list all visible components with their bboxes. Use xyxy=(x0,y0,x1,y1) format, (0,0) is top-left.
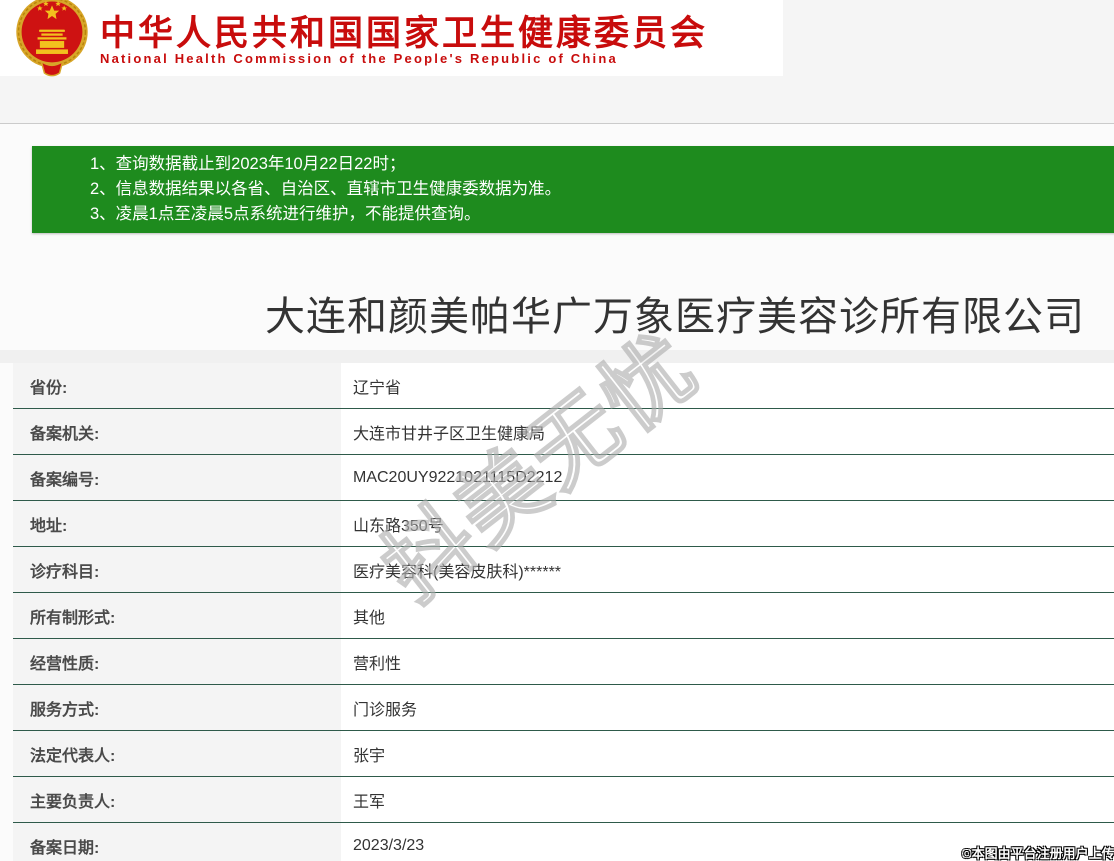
record-table: 省份: 辽宁省 备案机关: 大连市甘井子区卫生健康局 备案编号: MAC20UY… xyxy=(13,363,1114,861)
notice-line-1: 1、查询数据截止到2023年10月22日22时； xyxy=(90,155,406,173)
field-label: 备案机关: xyxy=(13,409,341,454)
table-row: 备案日期: 2023/3/23 xyxy=(13,823,1114,861)
field-label: 所有制形式: xyxy=(13,593,341,638)
header-title-cn: 中华人民共和国国家卫生健康委员会 xyxy=(100,14,709,53)
china-national-emblem-icon xyxy=(16,0,88,77)
page: 中华人民共和国国家卫生健康委员会 National Health Commiss… xyxy=(0,0,1114,861)
field-value: 其他 xyxy=(341,593,1114,638)
table-row: 备案机关: 大连市甘井子区卫生健康局 xyxy=(13,409,1114,455)
table-row: 法定代表人: 张宇 xyxy=(13,731,1114,777)
field-value: 王军 xyxy=(341,777,1114,822)
notice-banner: 1、查询数据截止到2023年10月22日22时； 2、信息数据结果以各省、自治区… xyxy=(32,146,1114,233)
header-divider xyxy=(0,123,1114,124)
table-row: 服务方式: 门诊服务 xyxy=(13,685,1114,731)
field-label: 省份: xyxy=(13,363,341,408)
notice-line-2: 2、信息数据结果以各省、自治区、直辖市卫生健康委数据为准。 xyxy=(90,180,562,198)
table-row: 所有制形式: 其他 xyxy=(13,593,1114,639)
institution-title: 大连和颜美帕华广万象医疗美容诊所有限公司 xyxy=(265,295,1085,339)
field-label: 法定代表人: xyxy=(13,731,341,776)
field-label: 地址: xyxy=(13,501,341,546)
field-label: 备案日期: xyxy=(13,823,341,861)
header-title-en: National Health Commission of the People… xyxy=(100,51,618,66)
field-value: 医疗美容科(美容皮肤科)****** xyxy=(341,547,1114,592)
field-value: 辽宁省 xyxy=(341,363,1114,408)
field-value: MAC20UY9221021115D2212 xyxy=(341,455,1114,500)
table-row: 经营性质: 营利性 xyxy=(13,639,1114,685)
field-value: 大连市甘井子区卫生健康局 xyxy=(341,409,1114,454)
upload-credit-text: ©本图由平台注册用户上传 xyxy=(962,846,1114,861)
table-row: 主要负责人: 王军 xyxy=(13,777,1114,823)
field-value: 山东路350号 xyxy=(341,501,1114,546)
field-value: 营利性 xyxy=(341,639,1114,684)
table-row: 地址: 山东路350号 xyxy=(13,501,1114,547)
notice-line-3: 3、凌晨1点至凌晨5点系统进行维护，不能提供查询。 xyxy=(90,205,481,223)
field-label: 备案编号: xyxy=(13,455,341,500)
table-top-strip xyxy=(0,350,1114,363)
field-label: 经营性质: xyxy=(13,639,341,684)
field-label: 主要负责人: xyxy=(13,777,341,822)
site-header: 中华人民共和国国家卫生健康委员会 National Health Commiss… xyxy=(0,0,783,77)
field-value: 张宇 xyxy=(341,731,1114,776)
table-row: 省份: 辽宁省 xyxy=(13,363,1114,409)
field-label: 诊疗科目: xyxy=(13,547,341,592)
table-row: 备案编号: MAC20UY9221021115D2212 xyxy=(13,455,1114,501)
field-value: 门诊服务 xyxy=(341,685,1114,730)
table-row: 诊疗科目: 医疗美容科(美容皮肤科)****** xyxy=(13,547,1114,593)
field-label: 服务方式: xyxy=(13,685,341,730)
